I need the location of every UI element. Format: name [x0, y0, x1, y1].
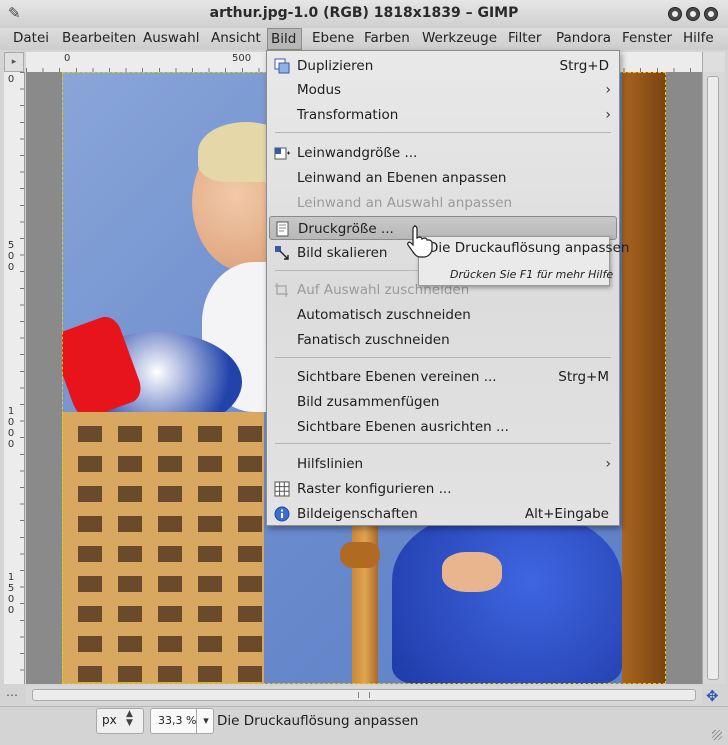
ruler-label: 1000	[7, 406, 15, 450]
menu-farben[interactable]: Farben	[364, 28, 410, 50]
crop-icon	[275, 283, 288, 297]
menu-item-label: Druckgröße ...	[298, 221, 394, 237]
scale-image-icon	[275, 246, 289, 260]
menu-datei[interactable]: Datei	[13, 28, 49, 50]
quick-mask-toggle-icon[interactable]: ⋯	[6, 688, 22, 704]
chevron-down-icon[interactable]: ▾	[196, 708, 215, 734]
duplicate-icon	[274, 58, 290, 74]
menu-item-bildeigenschaften[interactable]: Bildeigenschaften Alt+Eingabe	[267, 502, 619, 526]
ruler-end	[702, 52, 725, 72]
ruler-label: 500	[232, 53, 252, 64]
menu-werkzeuge[interactable]: Werkzeuge	[422, 28, 497, 50]
menu-item-label: Raster konfigurieren ...	[297, 481, 452, 497]
menu-item-accel: Alt+Eingabe	[524, 506, 609, 522]
menu-item-leinwandgroesse[interactable]: Leinwandgröße ...	[267, 141, 619, 165]
status-message: Die Druckauflösung anpassen	[217, 713, 419, 729]
menu-pandora[interactable]: Pandora	[556, 28, 611, 50]
menu-item-ebenen-ausrichten[interactable]: Sichtbare Ebenen ausrichten ...	[267, 415, 619, 439]
menu-item-duplizieren[interactable]: Duplizieren Strg+D	[267, 54, 619, 78]
tooltip-text: Die Druckauflösung anpassen	[428, 240, 630, 256]
menu-item-accel: Strg+M	[558, 369, 609, 385]
menu-item-label: Bild skalieren	[297, 245, 388, 261]
menu-separator	[275, 443, 611, 444]
menu-item-label: Duplizieren	[297, 58, 374, 74]
menu-ansicht[interactable]: Ansicht	[211, 28, 261, 50]
menu-item-bild-zusammenfuegen[interactable]: Bild zusammenfügen	[267, 390, 619, 414]
menu-item-label: Bildeigenschaften	[297, 506, 418, 522]
menu-item-label: Fanatisch zuschneiden	[297, 332, 450, 348]
menu-hilfe[interactable]: Hilfe	[683, 28, 714, 50]
maximize-button[interactable]	[686, 7, 700, 21]
tooltip-help-hint: Drücken Sie F1 für mehr Hilfe	[450, 268, 614, 281]
menu-item-fanatisch-zuschneiden[interactable]: Fanatisch zuschneiden	[267, 328, 619, 352]
menu-item-label: Modus	[297, 82, 342, 98]
navigate-icon[interactable]: ✥	[706, 688, 722, 704]
minimize-button[interactable]	[668, 7, 682, 21]
scroll-grip	[358, 692, 370, 698]
zoom-value: 33,3 %	[158, 714, 197, 727]
ruler-label: 0	[64, 53, 71, 64]
menu-separator	[275, 132, 611, 133]
menu-item-label: Bild zusammenfügen	[297, 394, 440, 410]
menu-fenster[interactable]: Fenster	[622, 28, 672, 50]
menu-item-leinwand-ebenen[interactable]: Leinwand an Ebenen anpassen	[267, 166, 619, 190]
menu-item-transformation[interactable]: Transformation ›	[267, 103, 619, 127]
menu-item-automatisch-zuschneiden[interactable]: Automatisch zuschneiden	[267, 303, 619, 327]
menu-item-accel: Strg+D	[559, 58, 609, 74]
menu-bild[interactable]: Bild	[267, 28, 302, 50]
menu-item-raster[interactable]: Raster konfigurieren ...	[267, 477, 619, 501]
ruler-label: 1500	[7, 572, 15, 616]
chevron-right-icon: ›	[605, 82, 611, 98]
grid-icon	[274, 481, 290, 497]
resize-grip[interactable]	[712, 730, 722, 740]
chevron-right-icon: ›	[605, 107, 611, 123]
vertical-scroll-thumb[interactable]	[707, 76, 719, 680]
pointer-cursor-icon	[407, 225, 433, 258]
chevron-right-icon: ›	[605, 456, 611, 472]
menu-auswahl[interactable]: Auswahl	[143, 28, 199, 50]
window-title: arthur.jpg-1.0 (RGB) 1818x1839 – GIMP	[209, 5, 519, 21]
menu-item-label: Leinwand an Auswahl anpassen	[297, 195, 513, 211]
menu-item-label: Automatisch zuschneiden	[297, 307, 471, 323]
menu-filter[interactable]: Filter	[508, 28, 541, 50]
menu-item-modus[interactable]: Modus ›	[267, 78, 619, 102]
print-size-icon	[276, 221, 289, 237]
menu-item-label: Leinwand an Ebenen anpassen	[297, 170, 507, 186]
info-icon	[274, 506, 290, 522]
image-menu: Duplizieren Strg+D Modus › Transformatio…	[266, 50, 620, 526]
close-button[interactable]	[704, 7, 718, 21]
menu-item-ebenen-vereinen[interactable]: Sichtbare Ebenen vereinen ... Strg+M	[267, 365, 619, 389]
menu-item-label: Sichtbare Ebenen ausrichten ...	[297, 419, 509, 435]
ruler-label: 0	[7, 74, 15, 85]
canvas-size-icon	[274, 147, 290, 160]
ruler-label: 500	[7, 240, 15, 273]
menu-ebene[interactable]: Ebene	[312, 28, 354, 50]
menu-separator	[275, 357, 611, 358]
menu-item-label: Sichtbare Ebenen vereinen ...	[297, 369, 497, 385]
menu-item-label: Hilfslinien	[297, 456, 364, 472]
unit-value: px	[102, 713, 117, 727]
menu-item-hilfslinien[interactable]: Hilfslinien ›	[267, 452, 619, 476]
ruler-corner-menu-button[interactable]: ▸	[4, 52, 24, 72]
menu-item-label: Leinwandgröße ...	[297, 145, 418, 161]
menu-bearbeiten[interactable]: Bearbeiten	[62, 28, 136, 50]
menu-item-label: Transformation	[297, 107, 399, 123]
menu-item-leinwand-auswahl[interactable]: Leinwand an Auswahl anpassen	[267, 191, 619, 215]
unit-spin-icon[interactable]: ▲ ▼	[126, 710, 133, 728]
